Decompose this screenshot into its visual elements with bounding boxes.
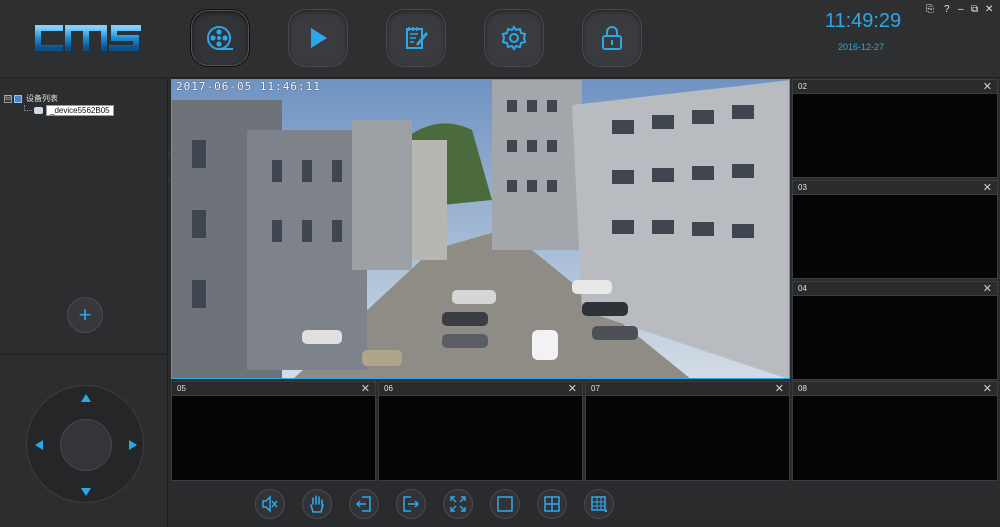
tile-number: 08 bbox=[798, 384, 807, 393]
tile-close-button[interactable]: ✕ bbox=[568, 382, 577, 395]
gear-icon bbox=[501, 25, 527, 51]
tile-close-button[interactable]: ✕ bbox=[775, 382, 784, 395]
video-tile-06[interactable]: 06 ✕ bbox=[378, 381, 583, 481]
notepad-edit-icon bbox=[406, 27, 428, 49]
clock-time: 11:49:29 bbox=[824, 10, 902, 32]
cms-client-window: Witec Witec Witec Witec bbox=[0, 0, 1000, 527]
camera-icon bbox=[34, 107, 43, 114]
layout-1-button[interactable] bbox=[490, 489, 520, 519]
ptz-left-arrow bbox=[35, 440, 43, 450]
tile-number: 04 bbox=[798, 284, 807, 293]
speaker-mute-icon bbox=[262, 495, 278, 513]
mute-button[interactable] bbox=[255, 489, 285, 519]
tile-header: 04 ✕ bbox=[793, 282, 997, 296]
tree-root-label: 设备列表 bbox=[26, 94, 58, 103]
video-osd-timestamp: 2017-06-05 11:46:11 bbox=[176, 80, 321, 93]
fullscreen-icon bbox=[450, 496, 466, 512]
video-tile-08[interactable]: 08 ✕ bbox=[792, 381, 998, 481]
ptz-center-button[interactable] bbox=[60, 419, 112, 471]
collapse-toggle[interactable]: ⊟ bbox=[4, 94, 12, 103]
tile-number: 02 bbox=[798, 82, 807, 91]
device-list-icon bbox=[14, 94, 22, 103]
tree-root-item[interactable]: ⊟ 设备列表 bbox=[4, 93, 58, 104]
close-window-button[interactable]: ✕ bbox=[985, 4, 993, 15]
live-video-frame bbox=[172, 80, 789, 378]
nav-lock-button[interactable] bbox=[582, 9, 642, 67]
tile-header: 07 ✕ bbox=[586, 382, 789, 396]
play-icon bbox=[311, 28, 327, 48]
tile-header: 02 ✕ bbox=[793, 80, 997, 94]
nav-preview-button[interactable] bbox=[190, 9, 250, 67]
layout-more-button[interactable] bbox=[584, 489, 614, 519]
tile-header: 06 ✕ bbox=[379, 382, 582, 396]
tree-device-item[interactable]: _device5562B05 bbox=[24, 104, 114, 116]
nav-playback-button[interactable] bbox=[288, 9, 348, 67]
multi-screen-icon bbox=[591, 496, 607, 512]
video-grid: 2017-06-05 11:46:11 02 ✕ 03 ✕ 04 ✕ 05 ✕ … bbox=[170, 79, 1000, 481]
video-tile-05[interactable]: 05 ✕ bbox=[171, 381, 376, 481]
tile-close-button[interactable]: ✕ bbox=[361, 382, 370, 395]
tile-header: 08 ✕ bbox=[793, 382, 997, 396]
maximize-button[interactable]: ⧉ bbox=[971, 4, 978, 15]
minimize-button[interactable]: – bbox=[958, 4, 964, 15]
screen-icon[interactable]: ⎘ bbox=[926, 4, 934, 15]
export-button[interactable] bbox=[396, 489, 426, 519]
panel-divider bbox=[0, 354, 168, 355]
nav-settings-button[interactable] bbox=[484, 9, 544, 67]
clock-date: 2016-12-27 bbox=[837, 42, 885, 52]
export-icon bbox=[403, 496, 420, 512]
tile-header: 05 ✕ bbox=[172, 382, 375, 396]
tile-number: 06 bbox=[384, 384, 393, 393]
video-tile-04[interactable]: 04 ✕ bbox=[792, 281, 998, 380]
lock-icon bbox=[602, 26, 622, 50]
quad-screen-icon bbox=[544, 496, 560, 512]
tree-connector bbox=[24, 104, 32, 111]
tile-close-button[interactable]: ✕ bbox=[983, 181, 992, 194]
single-screen-icon bbox=[497, 496, 513, 512]
tile-number: 07 bbox=[591, 384, 600, 393]
video-tile-01[interactable]: 2017-06-05 11:46:11 bbox=[171, 79, 790, 379]
ptz-down-arrow bbox=[81, 488, 91, 496]
import-icon bbox=[355, 496, 371, 512]
tile-close-button[interactable]: ✕ bbox=[983, 382, 992, 395]
ptz-hand-button[interactable] bbox=[302, 489, 332, 519]
device-panel: ⊟ 设备列表 _device5562B05 + bbox=[0, 79, 168, 527]
video-tile-03[interactable]: 03 ✕ bbox=[792, 180, 998, 279]
top-bar: 11:49:29 2016-12-27 ⎘ ? – ⧉ ✕ bbox=[0, 0, 1000, 78]
ptz-right-arrow bbox=[129, 440, 137, 450]
video-tile-07[interactable]: 07 ✕ bbox=[585, 381, 790, 481]
video-tile-02[interactable]: 02 ✕ bbox=[792, 79, 998, 178]
cms-logo bbox=[35, 25, 141, 51]
film-reel-icon bbox=[207, 26, 233, 50]
tile-header: 03 ✕ bbox=[793, 181, 997, 195]
ptz-control bbox=[26, 385, 144, 503]
help-button[interactable]: ? bbox=[944, 4, 950, 15]
tile-close-button[interactable]: ✕ bbox=[983, 80, 992, 93]
tile-number: 03 bbox=[798, 183, 807, 192]
hand-icon bbox=[310, 495, 324, 513]
fullscreen-button[interactable] bbox=[443, 489, 473, 519]
add-device-button[interactable]: + bbox=[67, 297, 103, 333]
nav-log-button[interactable] bbox=[386, 9, 446, 67]
import-button[interactable] bbox=[349, 489, 379, 519]
tile-close-button[interactable]: ✕ bbox=[983, 282, 992, 295]
tile-number: 05 bbox=[177, 384, 186, 393]
tree-device-label: _device5562B05 bbox=[46, 105, 114, 116]
layout-4-button[interactable] bbox=[537, 489, 567, 519]
bottom-toolbar bbox=[170, 481, 1000, 527]
ptz-up-arrow bbox=[81, 394, 91, 402]
